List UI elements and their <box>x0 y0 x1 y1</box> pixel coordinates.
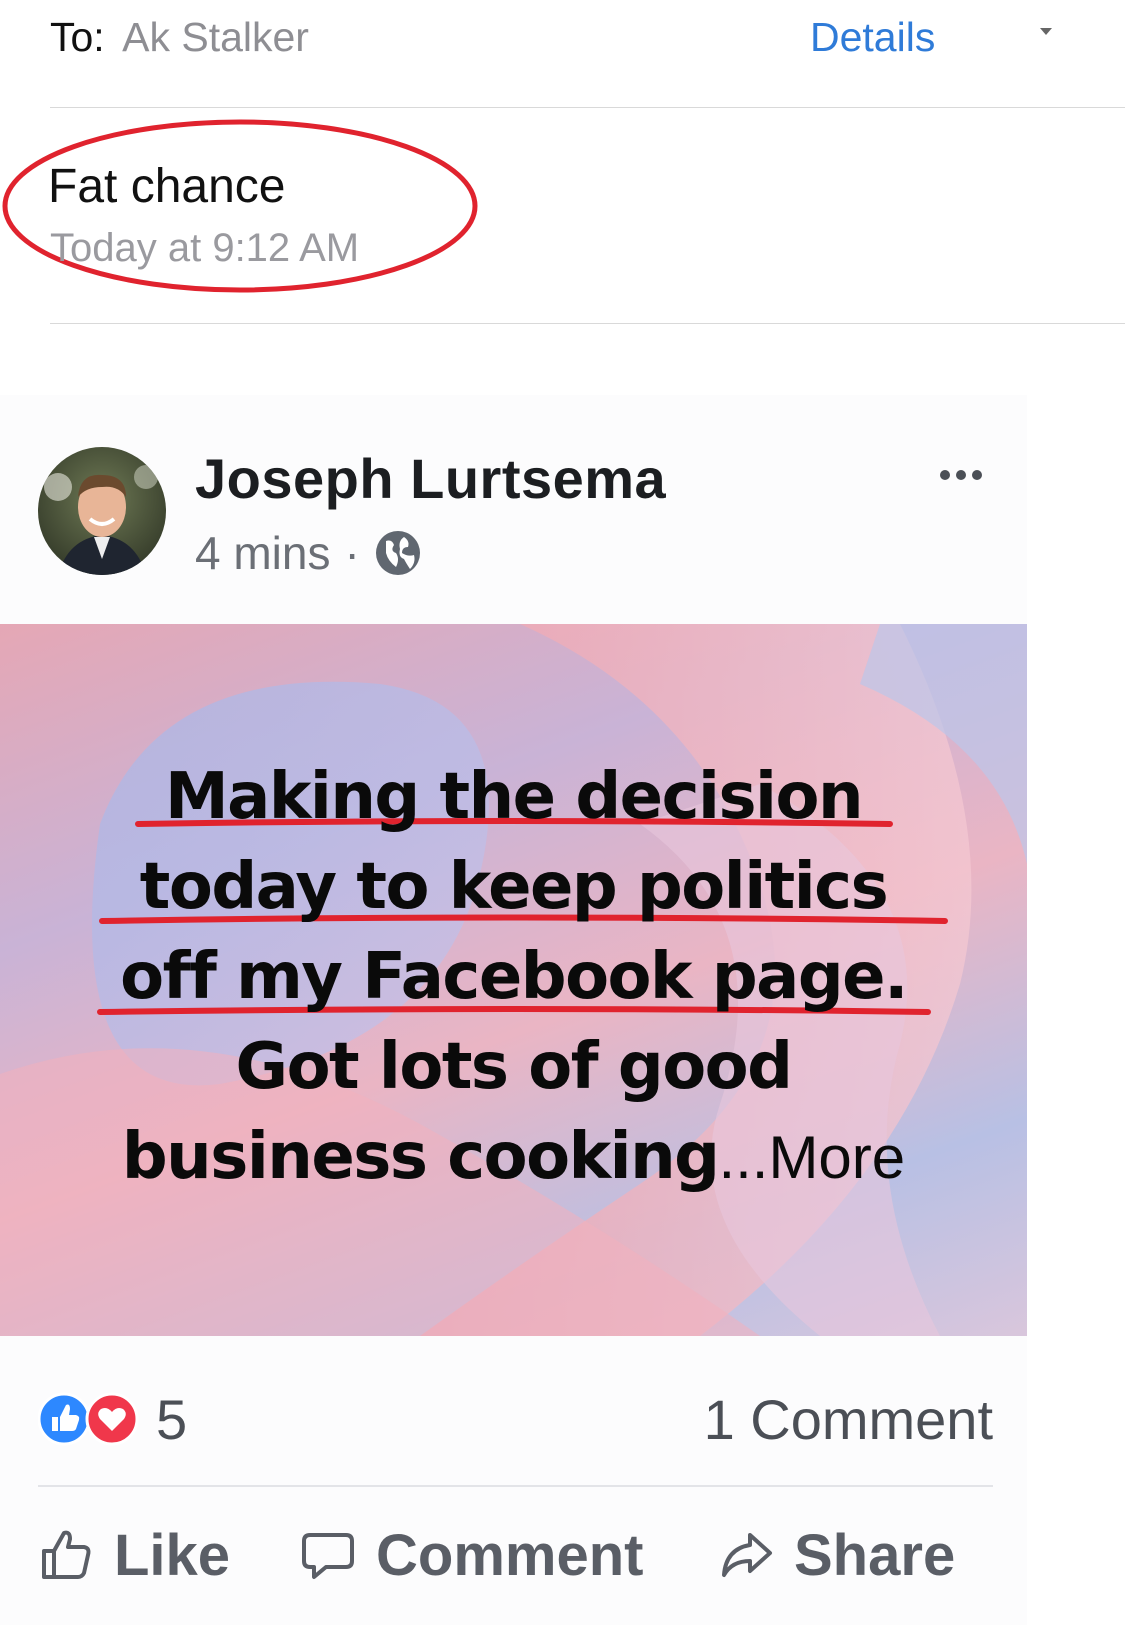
recipient-row: To: Ak Stalker Details <box>50 6 1080 68</box>
caret-down-icon[interactable] <box>1040 28 1052 35</box>
comment-button[interactable]: Comment <box>300 1515 643 1595</box>
more-options-icon[interactable] <box>940 470 982 480</box>
email-subject: Fat chance <box>48 160 286 213</box>
post-meta: 4 mins · <box>195 523 422 583</box>
like-reaction-icon <box>38 1392 91 1446</box>
share-label: Share <box>794 1522 956 1588</box>
post-text-line: Got lots of good <box>235 1030 793 1104</box>
post-background-image[interactable]: Making the decision today to keep politi… <box>0 624 1027 1336</box>
post-text-line: business cooking <box>121 1120 720 1194</box>
post-text-line: off my Facebook page. <box>120 940 908 1014</box>
like-label: Like <box>114 1522 231 1588</box>
avatar[interactable] <box>38 447 166 575</box>
post-text-line: today to keep politics <box>139 850 889 924</box>
reaction-icons[interactable] <box>38 1391 148 1447</box>
see-more-link[interactable]: More <box>768 1124 905 1191</box>
share-arrow-icon <box>722 1533 772 1577</box>
post-time[interactable]: 4 mins <box>195 523 330 583</box>
facebook-post: Joseph Lurtsema 4 mins · Making the deci… <box>0 395 1027 1625</box>
divider <box>50 323 1125 324</box>
to-label: To: <box>50 14 105 60</box>
globe-icon <box>375 531 420 575</box>
details-link[interactable]: Details <box>810 6 935 68</box>
divider <box>50 107 1125 108</box>
comment-count[interactable]: 1 Comment <box>704 1385 993 1455</box>
post-text-line-last: business cooking...More <box>0 1112 1027 1202</box>
email-date: Today at 9:12 AM <box>50 226 360 270</box>
meta-separator: · <box>344 527 360 579</box>
thumbs-up-icon <box>42 1530 91 1579</box>
recipient-name[interactable]: Ak Stalker <box>122 14 309 60</box>
post-text: Making the decision today to keep politi… <box>0 752 1027 1202</box>
love-reaction-icon <box>85 1392 139 1446</box>
reactions-summary: 5 1 Comment <box>38 1385 993 1455</box>
post-actions-bar: Like Comment Share <box>38 1515 998 1595</box>
speech-bubble-icon <box>302 1533 354 1579</box>
ellipsis: ... <box>718 1124 769 1191</box>
like-button[interactable]: Like <box>38 1515 230 1595</box>
comment-label: Comment <box>376 1522 644 1588</box>
divider <box>38 1485 993 1487</box>
reaction-count[interactable]: 5 <box>156 1385 187 1455</box>
share-button[interactable]: Share <box>718 1515 955 1595</box>
post-author[interactable]: Joseph Lurtsema <box>195 445 666 513</box>
post-text-line: Making the decision <box>164 760 864 834</box>
